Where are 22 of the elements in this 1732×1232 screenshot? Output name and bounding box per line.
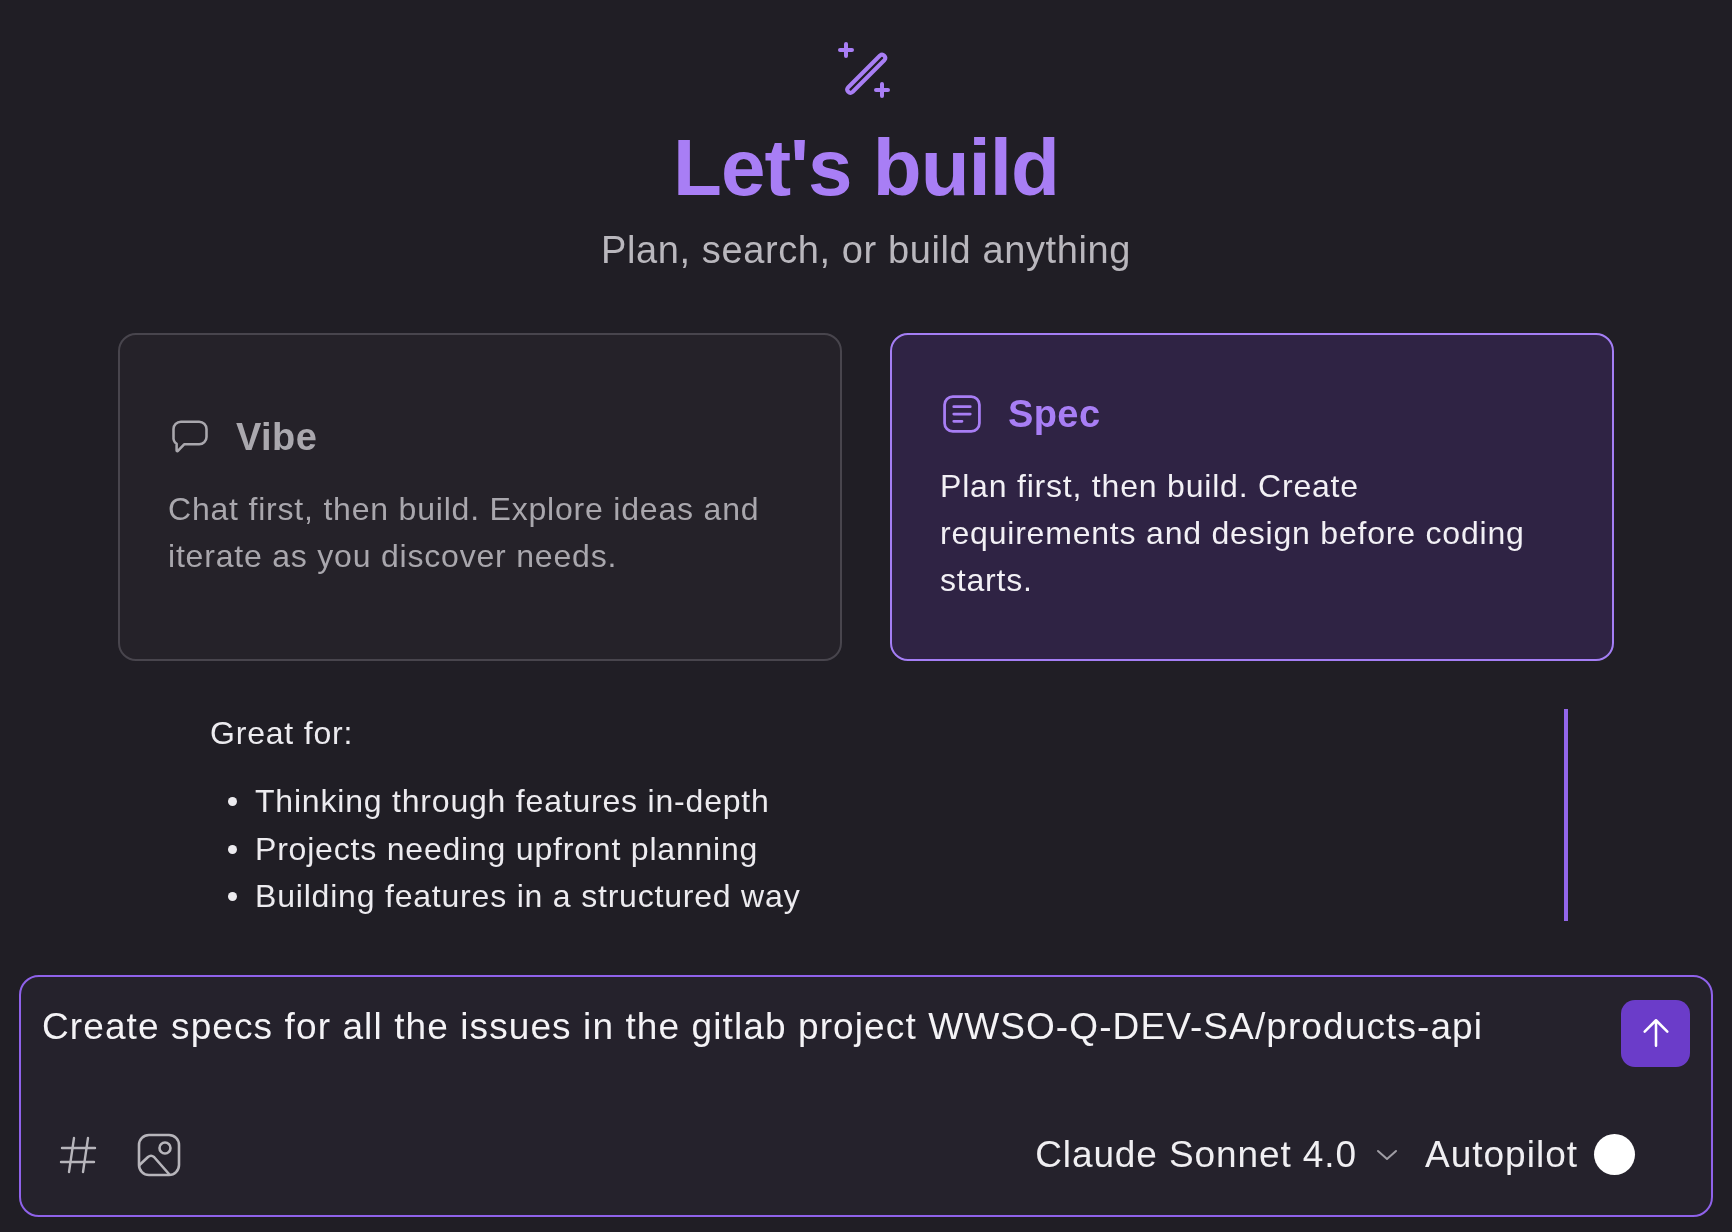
prompt-input[interactable]: Create specs for all the issues in the gitlab project WWSO-Q-DEV-SA/products-api <box>42 1004 1601 1049</box>
autopilot-label: Autopilot <box>1425 1132 1578 1177</box>
toggle-switch[interactable] <box>1594 1134 1635 1175</box>
mode-card[interactable]: Vibe Chat first, then build. Explore ideas and iterate as you discover needs. <box>118 333 842 661</box>
image-icon[interactable] <box>137 1132 181 1177</box>
mode-title: Vibe <box>236 415 318 460</box>
send-button[interactable] <box>1621 999 1690 1067</box>
hash-icon[interactable] <box>59 1134 97 1175</box>
list-item: Building features in a structured way <box>255 877 801 917</box>
bullet-icon <box>228 844 237 854</box>
page-title: Let's build <box>673 128 1059 208</box>
list-item: Projects needing upfront planning <box>255 829 759 869</box>
bullet-icon <box>228 892 237 902</box>
mode-description: Plan first, then build. Create requirements and design before coding starts. <box>940 466 1526 600</box>
mode-description: Chat first, then build. Explore ideas and iterate as you discover needs. <box>168 490 761 576</box>
mode-title: Spec <box>1008 391 1101 437</box>
bullet-icon <box>228 797 237 807</box>
mode-card[interactable]: Spec Plan first, then build. Create requirements and design before coding starts. <box>890 333 1614 661</box>
page-subtitle: Plan, search, or build anything <box>601 229 1131 271</box>
details-heading: Great for: <box>210 714 354 753</box>
list-item: Thinking through features in-depth <box>255 782 770 822</box>
model-dropdown[interactable]: Claude Sonnet 4.0 <box>1035 1132 1399 1177</box>
